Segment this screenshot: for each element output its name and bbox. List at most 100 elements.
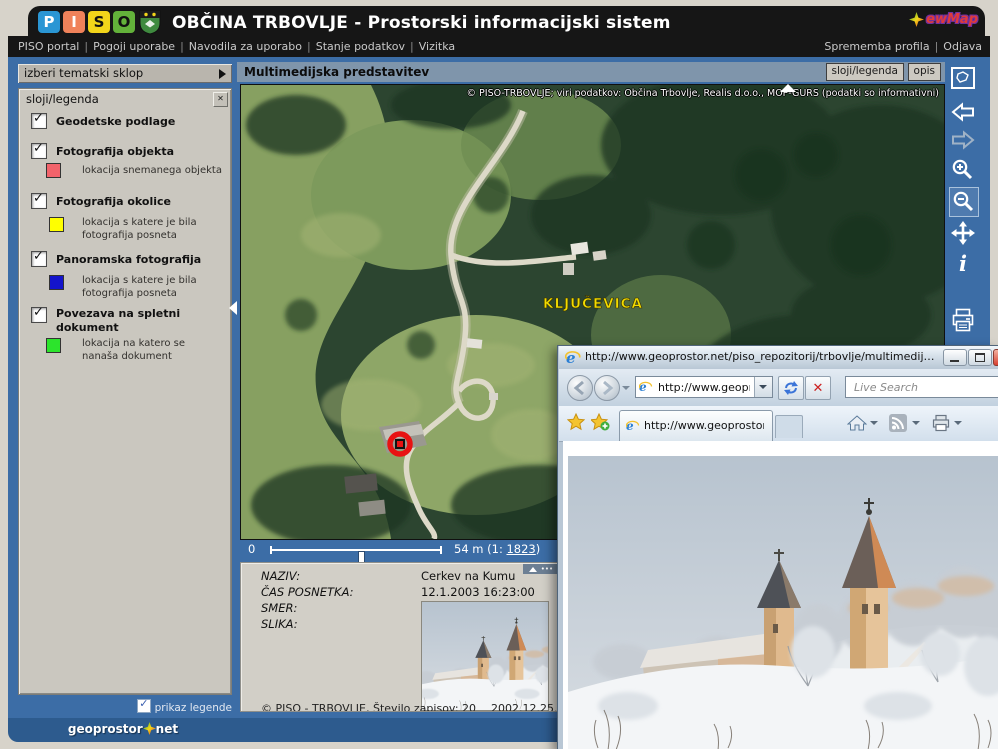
- minimize-button[interactable]: [943, 349, 967, 366]
- identify-info-icon[interactable]: i: [949, 249, 977, 277]
- church-photo: [568, 456, 998, 749]
- geoprostor-text: net: [156, 722, 178, 736]
- maximize-icon: [975, 353, 985, 362]
- refresh-button[interactable]: [778, 376, 804, 400]
- print-icon[interactable]: [931, 414, 951, 436]
- info-row-label: SMER:: [261, 601, 297, 615]
- back-icon[interactable]: [949, 98, 977, 126]
- piso-logo-letter: P: [38, 11, 60, 33]
- scale-text: 54 m (1:: [454, 542, 506, 556]
- zoom-out-icon[interactable]: [949, 187, 979, 217]
- info-row-value: 12.1.2003 16:23:00: [421, 585, 535, 599]
- stop-x-icon: ✕: [813, 381, 824, 396]
- layers-panel-title: sloji/legenda: [26, 92, 99, 106]
- pan-icon[interactable]: [949, 219, 977, 247]
- feeds-dropdown-icon[interactable]: [912, 421, 920, 425]
- zoom-in-icon[interactable]: [949, 156, 977, 184]
- layer-checkbox-panoramska[interactable]: ✓: [31, 251, 47, 267]
- rss-feed-icon[interactable]: [889, 414, 907, 436]
- menu-stanje-podatkov[interactable]: Stanje podatkov: [316, 40, 405, 53]
- menu-separator: |: [180, 40, 184, 53]
- layer-checkbox-povezava[interactable]: ✓: [31, 307, 47, 323]
- map-copyright: © PISO-TRBOVLJE; viri podatkov: Občina T…: [467, 88, 939, 99]
- layer-label[interactable]: Panoramska fotografija: [56, 253, 216, 267]
- print-dropdown-icon[interactable]: [954, 421, 962, 425]
- menu-piso-portal[interactable]: PISO portal: [18, 40, 79, 53]
- show-legend-checkbox[interactable]: ✓: [137, 699, 151, 713]
- info-row-label: SLIKA:: [261, 617, 298, 631]
- layer-checkbox-foto-okolice[interactable]: ✓: [31, 193, 47, 209]
- print-icon[interactable]: [949, 306, 977, 334]
- menu-navodila[interactable]: Navodila za uporabo: [189, 40, 302, 53]
- popup-tab-bar: e http://www.geoprostor....: [559, 406, 998, 442]
- topic-selector-bar[interactable]: izberi tematski sklop: [18, 64, 232, 83]
- map-layers-button[interactable]: sloji/legenda: [826, 63, 904, 81]
- maximize-button[interactable]: [968, 349, 992, 366]
- scale-zero-label: 0: [248, 542, 255, 556]
- menu-vizitka[interactable]: Vizitka: [419, 40, 455, 53]
- piso-application: P I S O OBČINA TRBOVLJE - Prostorski inf…: [0, 0, 998, 749]
- scale-ratio-link[interactable]: 1823: [506, 542, 535, 556]
- layer-label[interactable]: Geodetske podlage: [56, 115, 216, 129]
- tab-label: http://www.geoprostor....: [644, 419, 764, 432]
- home-icon[interactable]: [847, 414, 867, 436]
- map-description-button[interactable]: opis: [908, 63, 941, 81]
- info-row-value: Cerkev na Kumu: [421, 569, 515, 583]
- address-dropdown-button[interactable]: [754, 377, 772, 397]
- geoprostor-star-icon: [143, 722, 156, 735]
- map-panel-title: Multimedijska predstavitev: [244, 65, 429, 79]
- scale-slider-track[interactable]: [270, 549, 442, 551]
- chevron-down-icon: [759, 385, 767, 389]
- overview-map-icon[interactable]: [949, 64, 977, 92]
- legend-swatch-blue: [49, 275, 64, 290]
- menu-sprememba-profila[interactable]: Sprememba profila: [824, 40, 929, 53]
- user-menu: Sprememba profila | Odjava: [824, 40, 982, 53]
- layer-label[interactable]: Povezava na spletni dokument: [56, 307, 206, 335]
- collapse-up-handle[interactable]: [780, 84, 796, 92]
- ie-icon: e: [639, 380, 653, 394]
- legend-swatch-red: [46, 163, 61, 178]
- legend-text: lokacija na katero se nanaša dokument: [82, 337, 224, 363]
- menu-odjava[interactable]: Odjava: [943, 40, 982, 53]
- geoprostor-logo[interactable]: geoprostor net: [8, 722, 238, 736]
- check-icon: ✓: [139, 697, 148, 710]
- close-button[interactable]: [993, 349, 998, 366]
- forward-icon[interactable]: [949, 126, 977, 154]
- menu-pogoji-uporabe[interactable]: Pogoji uporabe: [93, 40, 175, 53]
- layer-label[interactable]: Fotografija okolice: [56, 195, 216, 209]
- popup-title-bar[interactable]: e http://www.geoprostor.net/piso_repozit…: [559, 346, 998, 369]
- favorites-star-icon[interactable]: [567, 413, 585, 435]
- address-url-text: http://www.geopro: [658, 381, 750, 394]
- new-tab-button[interactable]: [775, 415, 803, 438]
- history-dropdown-icon[interactable]: [622, 386, 630, 390]
- stop-button[interactable]: ✕: [805, 376, 831, 400]
- browser-tab-active[interactable]: e http://www.geoprostor....: [619, 410, 773, 441]
- browser-forward-button[interactable]: [594, 375, 620, 401]
- search-box-text: Live Search: [854, 381, 918, 394]
- photo-thumbnail[interactable]: [421, 601, 549, 711]
- geoprostor-text: geoprostor: [68, 722, 143, 736]
- home-dropdown-icon[interactable]: [870, 421, 878, 425]
- add-favorite-star-icon[interactable]: [591, 413, 610, 435]
- more-dots-icon: •••: [541, 567, 553, 571]
- address-bar[interactable]: e http://www.geopro: [635, 376, 773, 398]
- layer-label[interactable]: Fotografija objekta: [56, 145, 216, 159]
- check-icon: ✓: [33, 141, 44, 156]
- panel-collapse-button[interactable]: •••: [523, 564, 559, 574]
- close-icon[interactable]: ✕: [213, 92, 228, 107]
- popup-title-text: http://www.geoprostor.net/piso_repozitor…: [585, 350, 935, 363]
- info-row-label: ČAS POSNETKA:: [261, 585, 354, 599]
- ewmap-logo: ewMap: [909, 12, 978, 27]
- layer-checkbox-geodetske[interactable]: ✓: [31, 113, 47, 129]
- layer-checkbox-foto-objekta[interactable]: ✓: [31, 143, 47, 159]
- piso-logo-letter: S: [88, 11, 110, 33]
- piso-logo[interactable]: P I S O: [38, 11, 135, 33]
- menu-separator: |: [935, 40, 939, 53]
- search-box[interactable]: Live Search: [845, 376, 998, 398]
- legend-swatch-yellow: [49, 217, 64, 232]
- browser-back-button[interactable]: [567, 375, 593, 401]
- collapse-left-handle[interactable]: [229, 301, 237, 315]
- show-legend-row: ✓ prikaz legende: [18, 699, 232, 715]
- piso-logo-letter: I: [63, 11, 85, 33]
- popup-page-content: [563, 441, 998, 749]
